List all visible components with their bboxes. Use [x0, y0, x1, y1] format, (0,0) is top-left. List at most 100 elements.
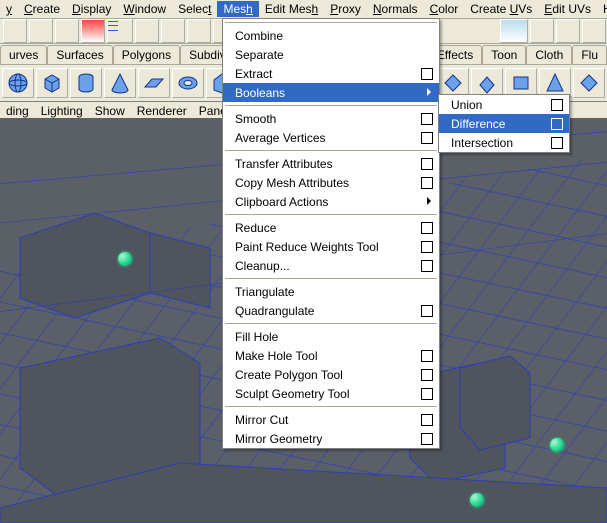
tool-icon[interactable] — [187, 19, 211, 43]
shelf-tab-toon[interactable]: Toon — [482, 45, 526, 64]
torus-icon[interactable] — [172, 68, 204, 98]
shelf-tab-polygons[interactable]: Polygons — [113, 45, 180, 64]
shelf-tab-cloth[interactable]: Cloth — [526, 45, 572, 64]
menu-edit-uvs[interactable]: Edit UVs — [538, 1, 597, 17]
option-box-icon[interactable] — [421, 132, 433, 144]
menuitem-difference[interactable]: Difference — [439, 114, 569, 133]
menuitem-label: Make Hole Tool — [235, 349, 318, 363]
menuitem-smooth[interactable]: Smooth — [223, 109, 439, 128]
submenu-arrow-icon — [427, 88, 431, 96]
option-box-icon[interactable] — [421, 177, 433, 189]
menuitem-label: Combine — [235, 29, 283, 43]
menuitem-reduce[interactable]: Reduce — [223, 218, 439, 237]
tool-icon[interactable] — [107, 19, 133, 43]
menuitem-paint-reduce-weights-tool[interactable]: Paint Reduce Weights Tool — [223, 237, 439, 256]
menuitem-fill-hole[interactable]: Fill Hole — [223, 327, 439, 346]
menuitem-sculpt-geometry-tool[interactable]: Sculpt Geometry Tool — [223, 384, 439, 403]
light-gizmo-icon[interactable] — [470, 493, 484, 507]
menu-y[interactable]: y — [0, 1, 18, 17]
tool-icon[interactable] — [556, 19, 580, 43]
menuitem-create-polygon-tool[interactable]: Create Polygon Tool — [223, 365, 439, 384]
sphere-icon[interactable] — [2, 68, 34, 98]
mesh-menu-dropdown: Combine Separate Extract Booleans SmoothAver… — [222, 18, 440, 449]
menuitem-mirror-geometry[interactable]: Mirror Geometry — [223, 429, 439, 448]
option-box-icon[interactable] — [421, 68, 433, 80]
menu-normals[interactable]: Normals — [367, 1, 424, 17]
menuitem-quadrangulate[interactable]: Quadrangulate — [223, 301, 439, 320]
menuitem-label: Reduce — [235, 221, 276, 235]
plane-icon[interactable] — [138, 68, 170, 98]
tool-icon[interactable] — [530, 19, 554, 43]
option-box-icon[interactable] — [421, 241, 433, 253]
menuitem-clipboard-actions[interactable]: Clipboard Actions — [223, 192, 439, 211]
option-box-icon[interactable] — [421, 158, 433, 170]
shelf-tool-icon[interactable] — [573, 68, 605, 98]
option-box-icon[interactable] — [421, 369, 433, 381]
menuitem-cleanup-[interactable]: Cleanup... — [223, 256, 439, 275]
menuitem-label: Transfer Attributes — [235, 157, 333, 171]
menu-create[interactable]: Create — [18, 1, 66, 17]
menuitem-separate[interactable]: Separate — [223, 45, 439, 64]
menuitem-make-hole-tool[interactable]: Make Hole Tool — [223, 346, 439, 365]
menuitem-triangulate[interactable]: Triangulate — [223, 282, 439, 301]
tool-icon[interactable] — [29, 19, 53, 43]
menuitem-copy-mesh-attributes[interactable]: Copy Mesh Attributes — [223, 173, 439, 192]
menuitem-intersection[interactable]: Intersection — [439, 133, 569, 152]
menu-he[interactable]: He — [597, 1, 607, 17]
menuitem-label: Copy Mesh Attributes — [235, 176, 349, 190]
menuitem-transfer-attributes[interactable]: Transfer Attributes — [223, 154, 439, 173]
option-box-icon[interactable] — [551, 99, 563, 111]
light-gizmo-icon[interactable] — [550, 438, 564, 452]
menuitem-label: Difference — [451, 117, 505, 131]
tool-icon[interactable] — [161, 19, 185, 43]
panel-menu-lighting[interactable]: Lighting — [41, 104, 83, 118]
menuitem-union[interactable]: Union — [439, 95, 569, 114]
booleans-submenu: Union Difference Intersection — [438, 94, 570, 153]
cylinder-icon[interactable] — [70, 68, 102, 98]
option-box-icon[interactable] — [421, 350, 433, 362]
shelf-tab-urves[interactable]: urves — [0, 45, 47, 64]
tool-icon[interactable] — [55, 19, 79, 43]
panel-menu-show[interactable]: Show — [95, 104, 125, 118]
menu-mesh[interactable]: Mesh — [217, 1, 258, 17]
tool-icon[interactable] — [3, 19, 27, 43]
option-box-icon[interactable] — [421, 433, 433, 445]
menuitem-label: Triangulate — [235, 285, 295, 299]
option-box-icon[interactable] — [421, 222, 433, 234]
option-box-icon[interactable] — [421, 414, 433, 426]
option-box-icon[interactable] — [551, 118, 563, 130]
option-box-icon[interactable] — [421, 260, 433, 272]
menuitem-label: Fill Hole — [235, 330, 278, 344]
menu-select[interactable]: Select — [172, 1, 217, 17]
panel-menu-renderer[interactable]: Renderer — [137, 104, 187, 118]
menu-window[interactable]: Window — [117, 1, 172, 17]
option-box-icon[interactable] — [421, 388, 433, 400]
panel-menu-ding[interactable]: ding — [6, 104, 29, 118]
tool-icon[interactable] — [500, 19, 528, 43]
tool-icon[interactable] — [135, 19, 159, 43]
shelf-tab-flu[interactable]: Flu — [572, 45, 607, 64]
tool-icon[interactable] — [582, 19, 606, 43]
shelf-tab-surfaces[interactable]: Surfaces — [47, 45, 112, 64]
menu-create-uvs[interactable]: Create UVs — [464, 1, 538, 17]
menu-display[interactable]: Display — [66, 1, 117, 17]
menu-color[interactable]: Color — [424, 1, 465, 17]
cone-icon[interactable] — [104, 68, 136, 98]
menuitem-booleans[interactable]: Booleans — [223, 83, 439, 102]
tool-icon[interactable] — [81, 19, 105, 43]
submenu-arrow-icon — [427, 197, 431, 205]
menu-edit-mesh[interactable]: Edit Mesh — [259, 1, 324, 17]
cube-icon[interactable] — [36, 68, 68, 98]
option-box-icon[interactable] — [421, 305, 433, 317]
menu-proxy[interactable]: Proxy — [324, 1, 367, 17]
menuitem-combine[interactable]: Combine — [223, 26, 439, 45]
menuitem-extract[interactable]: Extract — [223, 64, 439, 83]
menuitem-label: Booleans — [235, 86, 285, 100]
option-box-icon[interactable] — [551, 137, 563, 149]
menuitem-average-vertices[interactable]: Average Vertices — [223, 128, 439, 147]
menuitem-mirror-cut[interactable]: Mirror Cut — [223, 410, 439, 429]
menuitem-label: Extract — [235, 67, 272, 81]
menuitem-label: Create Polygon Tool — [235, 368, 343, 382]
light-gizmo-icon[interactable] — [118, 252, 132, 266]
option-box-icon[interactable] — [421, 113, 433, 125]
